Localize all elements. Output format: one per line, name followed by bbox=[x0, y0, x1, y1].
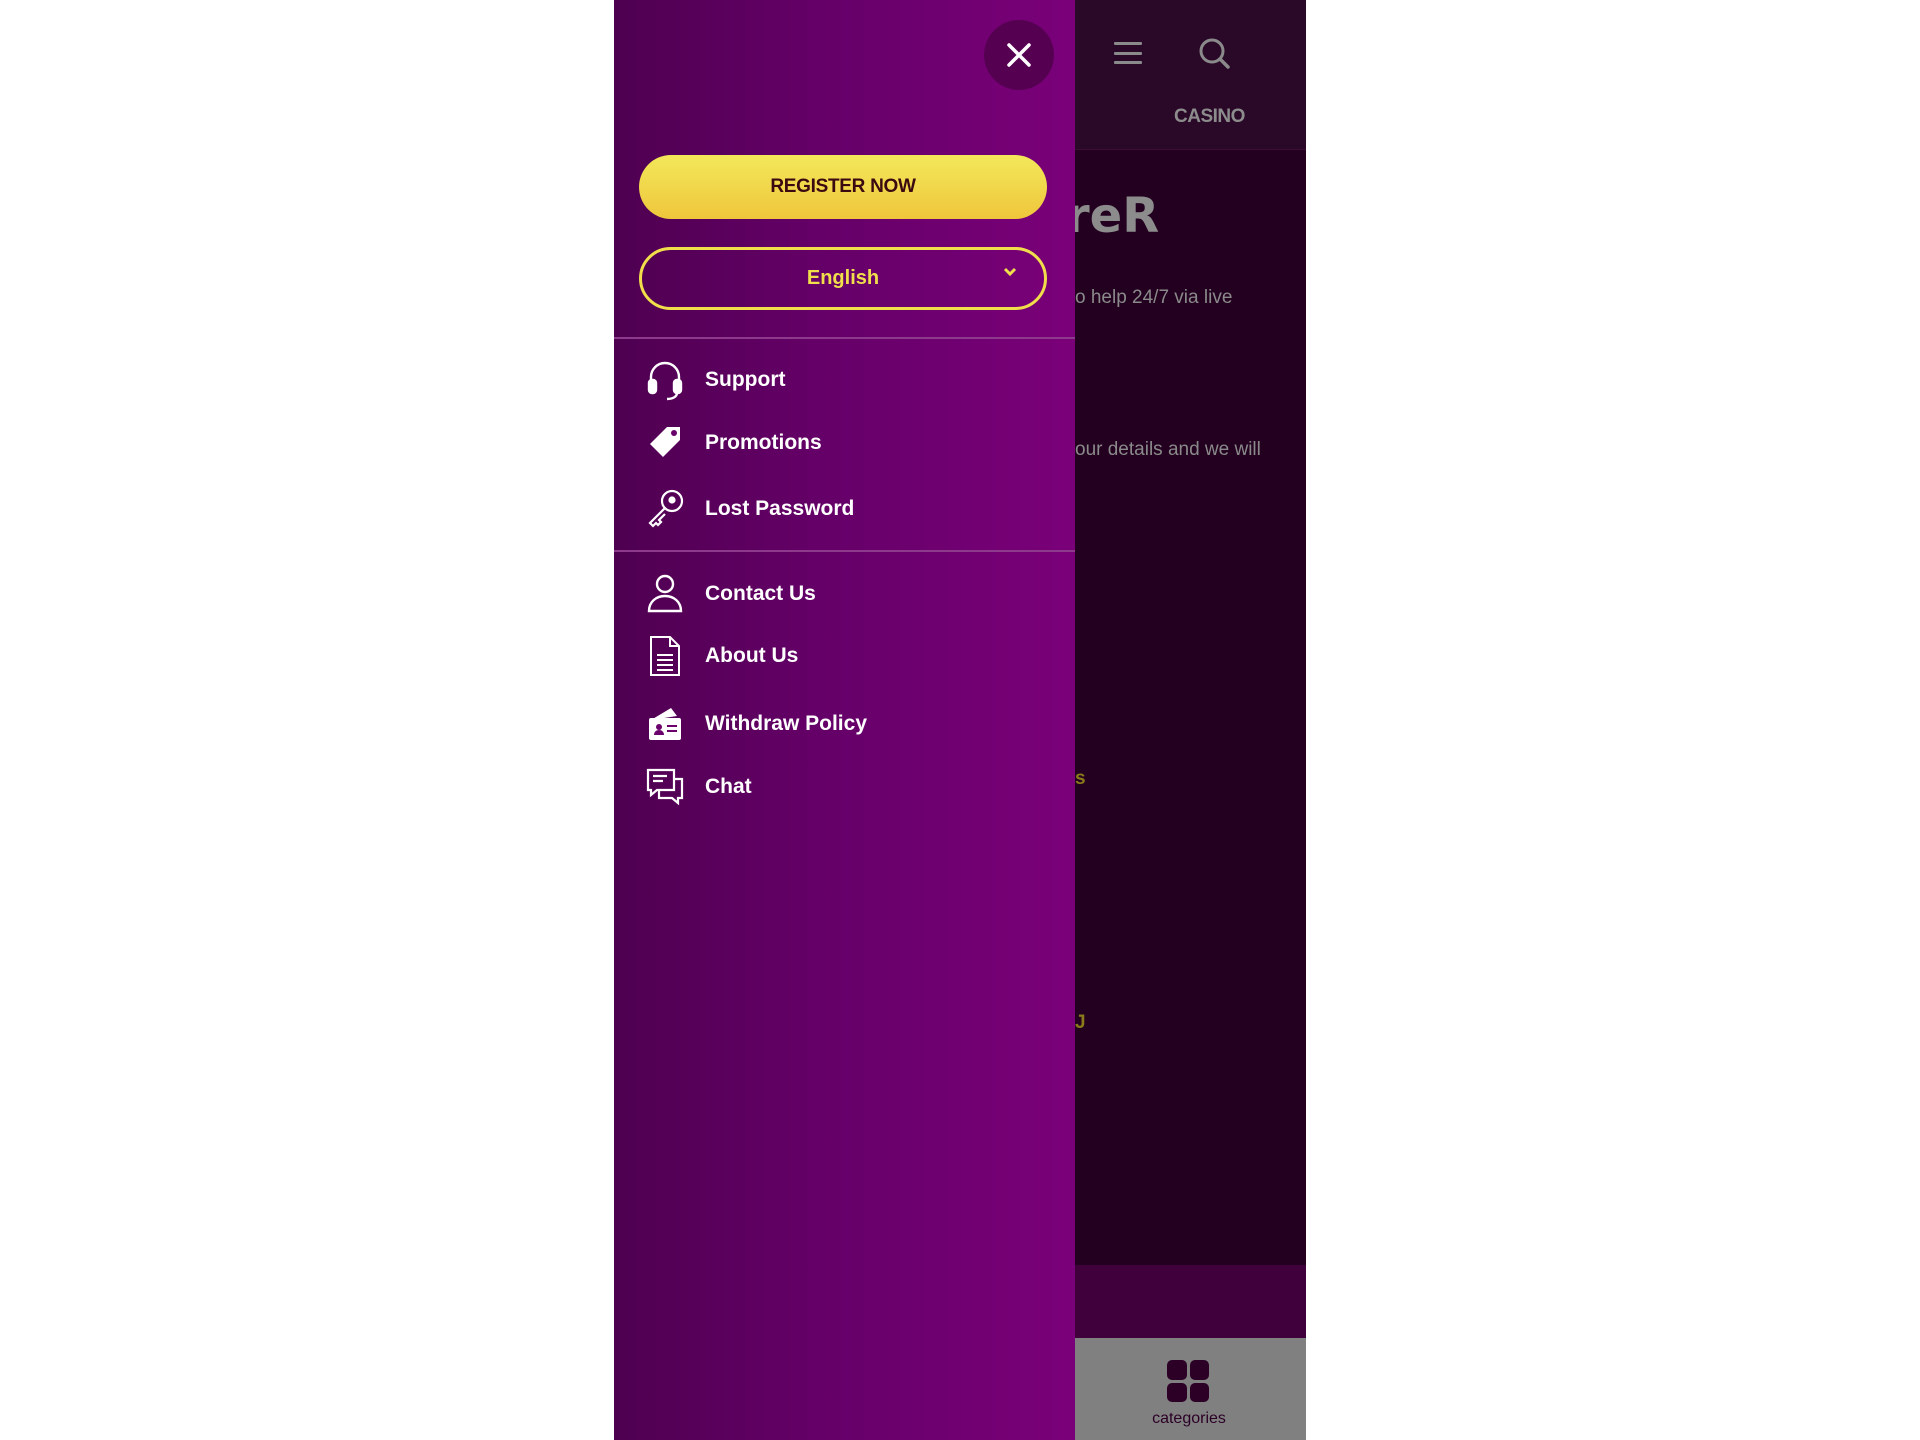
register-now-button[interactable]: REGISTER NOW bbox=[639, 155, 1047, 219]
key-icon bbox=[644, 488, 686, 530]
page-heading: reR bbox=[1066, 188, 1160, 244]
menu-item-label: About Us bbox=[705, 644, 799, 667]
divider bbox=[614, 337, 1075, 339]
headset-icon bbox=[644, 359, 686, 401]
divider bbox=[614, 550, 1075, 552]
close-button[interactable] bbox=[984, 20, 1054, 90]
menu-item-label: Chat bbox=[705, 775, 752, 798]
grid-icon[interactable] bbox=[1167, 1360, 1209, 1402]
search-icon[interactable] bbox=[1197, 36, 1233, 72]
menu-item-withdraw-policy[interactable]: Withdraw Policy bbox=[644, 701, 867, 747]
mobile-viewport: CASINO reR o help 24/7 via live our deta… bbox=[614, 0, 1306, 1440]
menu-item-label: Promotions bbox=[705, 431, 822, 454]
body-text: our details and we will bbox=[1075, 439, 1261, 460]
hamburger-icon[interactable] bbox=[1114, 40, 1142, 66]
tag-icon bbox=[644, 422, 686, 464]
document-icon bbox=[644, 635, 686, 677]
menu-item-promotions[interactable]: Promotions bbox=[644, 420, 822, 466]
nav-casino[interactable]: CASINO bbox=[1174, 106, 1245, 128]
body-text: o help 24/7 via live bbox=[1075, 287, 1233, 308]
menu-item-support[interactable]: Support bbox=[644, 357, 785, 403]
menu-item-chat[interactable]: Chat bbox=[644, 764, 752, 810]
user-icon bbox=[644, 573, 686, 615]
side-menu: REGISTER NOW English Support Promotions … bbox=[614, 0, 1075, 1440]
chat-icon bbox=[644, 766, 686, 808]
yellow-text: s bbox=[1075, 768, 1086, 789]
menu-item-lost-password[interactable]: Lost Password bbox=[644, 486, 854, 532]
chevron-down-icon bbox=[1003, 267, 1017, 277]
menu-item-contact-us[interactable]: Contact Us bbox=[644, 571, 816, 617]
close-icon bbox=[1007, 43, 1031, 67]
bottom-nav-categories[interactable]: categories bbox=[1129, 1410, 1249, 1428]
menu-item-about-us[interactable]: About Us bbox=[644, 633, 798, 679]
menu-item-label: Support bbox=[705, 368, 786, 391]
language-value: English bbox=[806, 267, 880, 289]
menu-item-label: Lost Password bbox=[705, 497, 855, 520]
menu-item-label: Withdraw Policy bbox=[705, 712, 868, 735]
yellow-text: J bbox=[1075, 1012, 1086, 1033]
menu-item-label: Contact Us bbox=[705, 582, 816, 605]
card-icon bbox=[644, 703, 686, 745]
language-select[interactable]: English bbox=[639, 247, 1047, 310]
